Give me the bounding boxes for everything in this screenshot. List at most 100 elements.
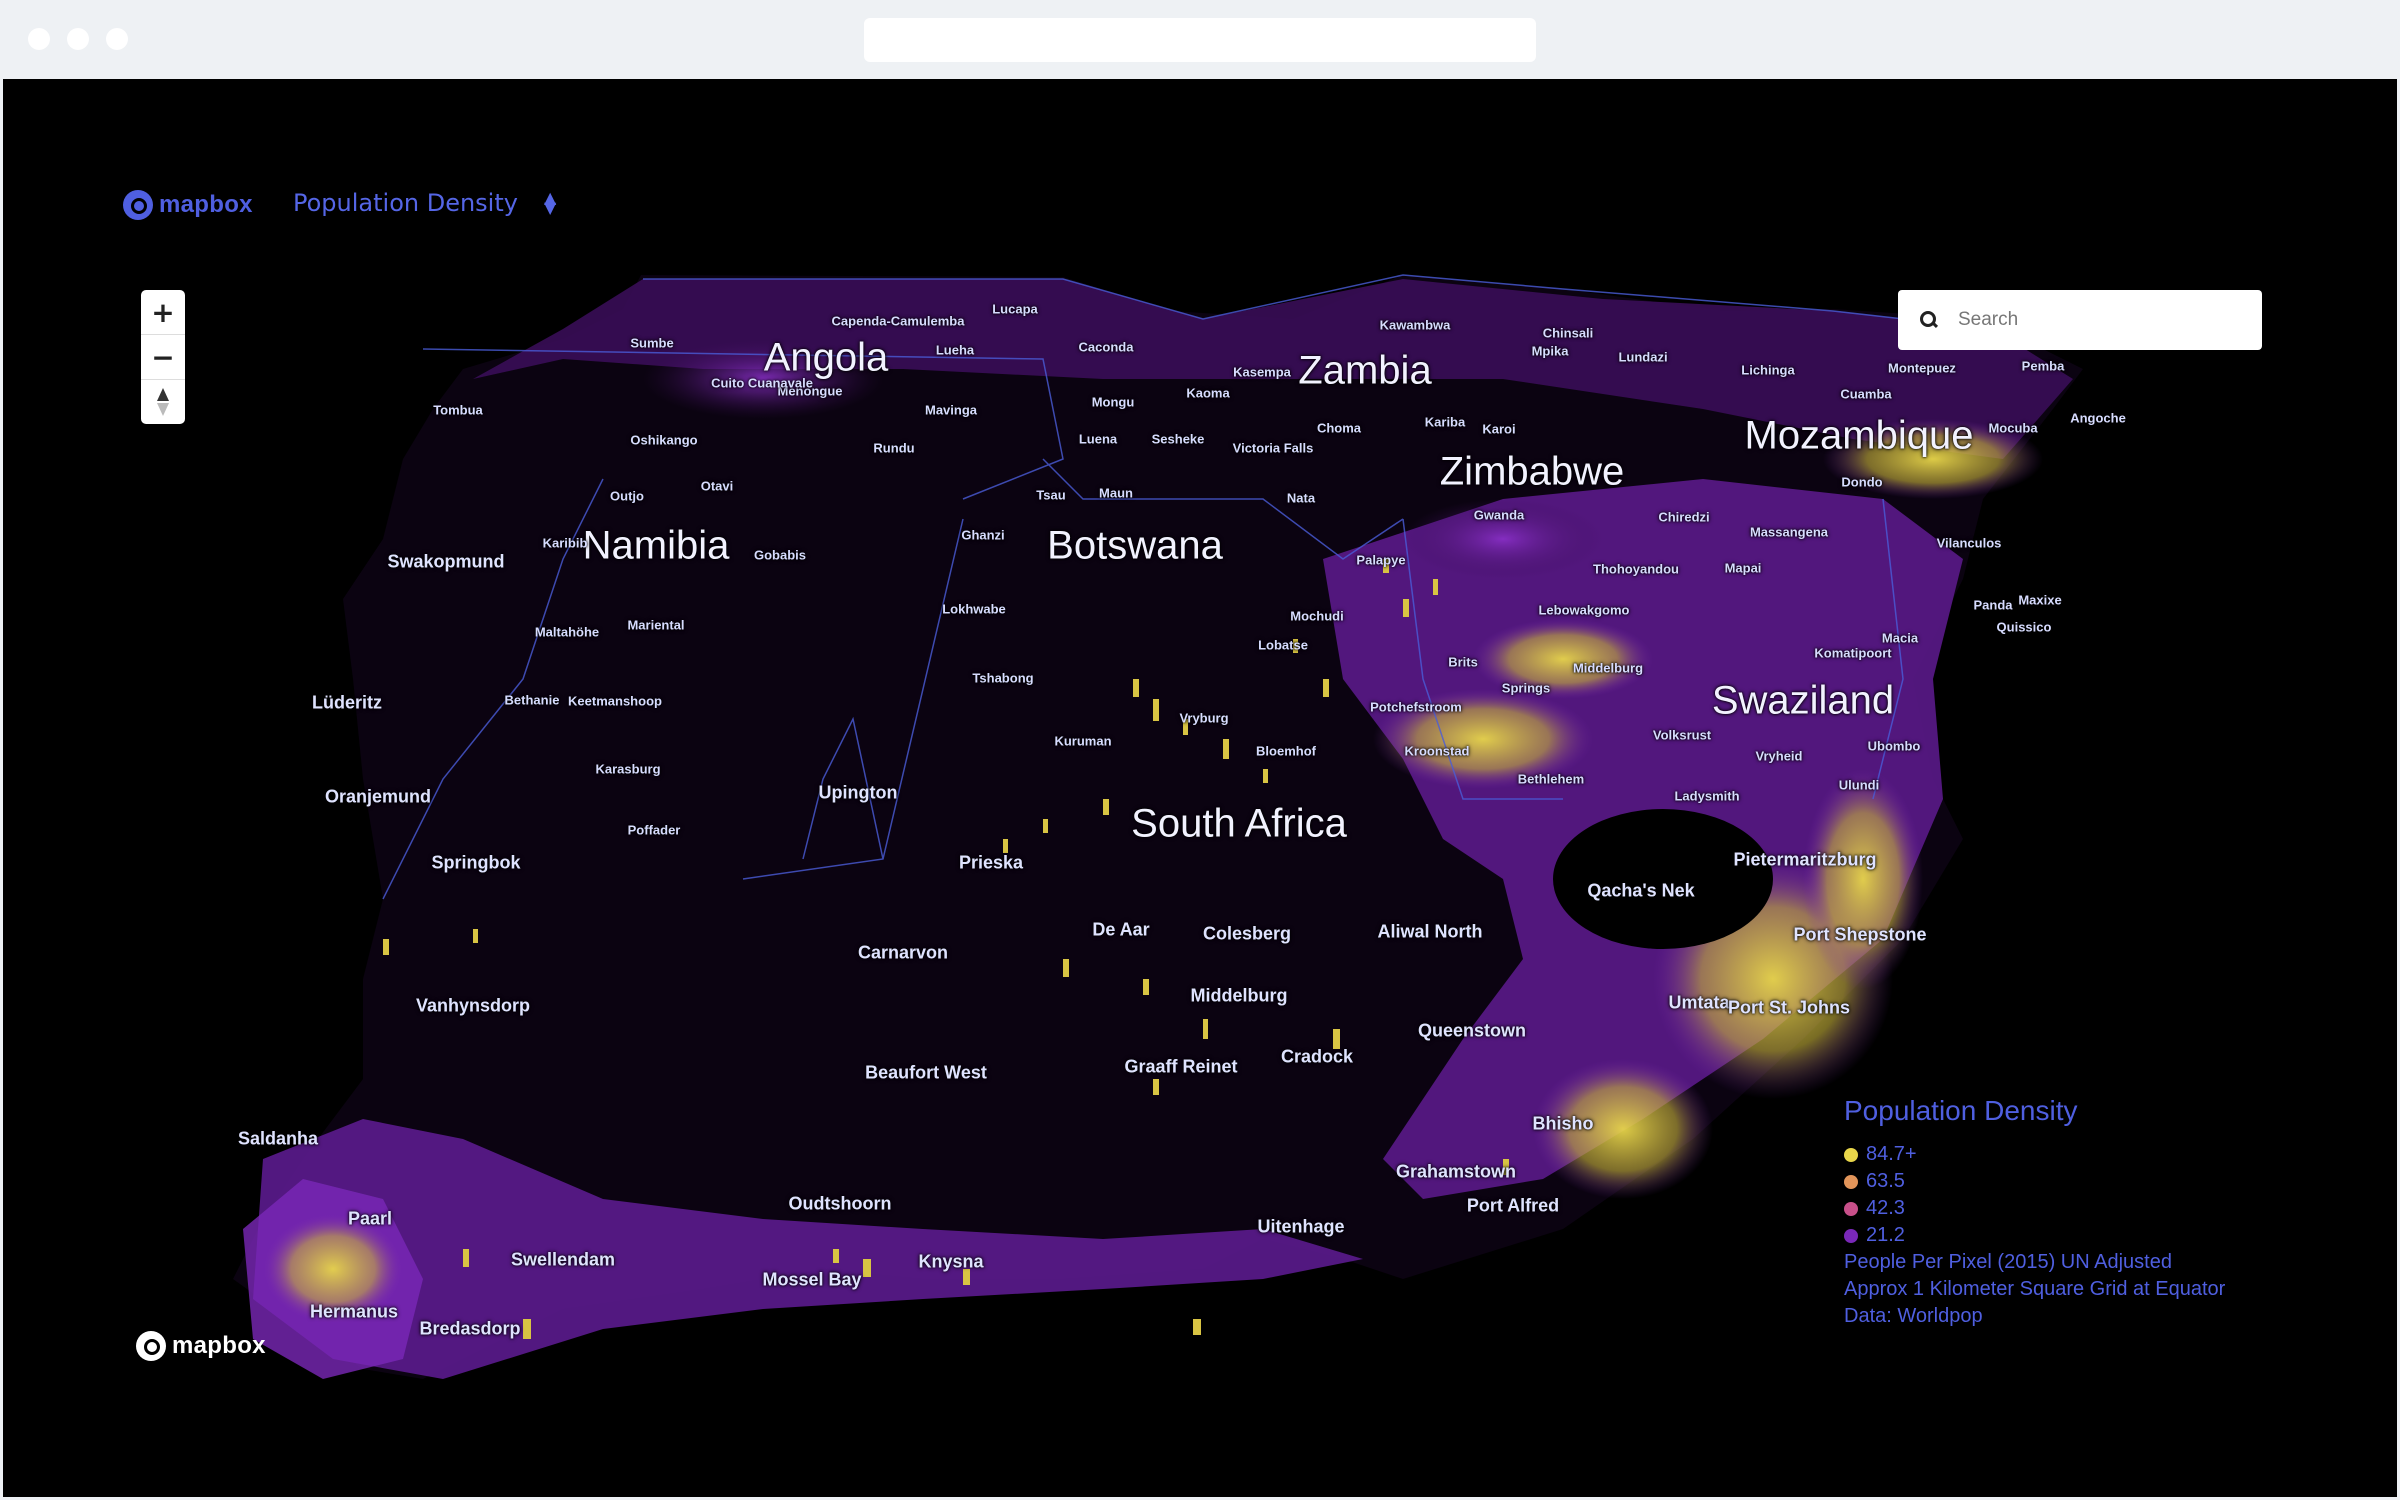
city-label: Mossel Bay	[762, 1269, 862, 1290]
city-label: Outjo	[610, 488, 644, 504]
layer-select-value: Population Density	[293, 189, 518, 217]
city-label: Palapye	[1356, 552, 1406, 568]
city-label: Lundazi	[1618, 349, 1668, 365]
legend-swatch	[1844, 1228, 1858, 1243]
hotspot-limpopo	[1473, 619, 1653, 699]
city-label: Lokhwabe	[942, 601, 1006, 617]
city-label: Pietermaritzburg	[1733, 849, 1877, 870]
city-label: Brits	[1448, 654, 1478, 670]
city-label: Umtata	[1668, 992, 1730, 1013]
city-label: Bredasdorp	[419, 1318, 521, 1339]
zoom-in-button[interactable]: +	[141, 290, 185, 335]
city-label: Cuito Cuanavale	[711, 375, 813, 391]
city-label: Middelburg	[1572, 660, 1644, 676]
city-label: Choma	[1316, 420, 1362, 436]
city-label: Ubombo	[1867, 738, 1921, 754]
country-label: Mozambique	[1744, 413, 1974, 458]
city-label: Pemba	[2021, 358, 2065, 374]
address-bar[interactable]	[864, 18, 1536, 62]
legend-note: Approx 1 Kilometer Square Grid at Equato…	[1844, 1278, 2226, 1300]
city-label: Bhisho	[1532, 1113, 1594, 1134]
city-label: Lucapa	[992, 301, 1038, 317]
city-label: Bethlehem	[1517, 771, 1585, 787]
city-label: Oshikango	[630, 432, 698, 448]
city-label: Ulundi	[1838, 777, 1880, 793]
city-label: Lueha	[935, 342, 975, 358]
city-label: Vilanculos	[1936, 535, 2002, 551]
city-label: Aliwal North	[1377, 921, 1483, 942]
city-label: Springbok	[431, 852, 521, 873]
city-label: Potchefstroom	[1370, 699, 1462, 715]
city-label: Dondo	[1841, 474, 1883, 490]
city-label: Poffader	[627, 822, 681, 838]
city-label: Upington	[818, 782, 898, 803]
legend-title: Population Density	[1844, 1095, 2078, 1126]
city-label: Kaoma	[1186, 385, 1230, 401]
window-minimize-dot[interactable]	[67, 28, 89, 50]
city-label: Paarl	[347, 1208, 393, 1229]
city-label: Oranjemund	[324, 786, 432, 807]
country-label: Zimbabwe	[1439, 449, 1625, 494]
city-label: Colesberg	[1202, 923, 1292, 944]
city-label: Saldanha	[237, 1128, 319, 1149]
map-canvas[interactable]: mapbox Population Density ▲▼ + − Angola …	[3, 79, 2397, 1497]
city-label: Gobabis	[753, 547, 807, 563]
city-label: Karoi	[1482, 421, 1516, 437]
city-label: Panda	[1973, 597, 2013, 613]
city-label: Gwanda	[1473, 507, 1525, 523]
city-label: Karasburg	[595, 761, 661, 777]
search-icon	[1920, 311, 1938, 329]
city-label: Kroonstad	[1404, 743, 1470, 759]
city-label: Mongu	[1091, 394, 1135, 410]
city-label: Volksrust	[1652, 727, 1712, 743]
city-label: Hermanus	[309, 1301, 399, 1322]
legend-note: Data: Worldpop	[1844, 1305, 1983, 1327]
city-label: Ghanzi	[961, 527, 1005, 543]
city-label: Chinsali	[1542, 325, 1594, 341]
city-label: Graaff Reinet	[1124, 1056, 1238, 1077]
mapbox-logo-icon	[123, 190, 153, 220]
city-label: Qacha's Nek	[1587, 880, 1695, 901]
window-maximize-dot[interactable]	[106, 28, 128, 50]
city-label: Middelburg	[1190, 985, 1288, 1006]
layer-select[interactable]: Population Density ▲ ▼	[293, 189, 556, 217]
legend-swatch	[1844, 1174, 1858, 1189]
city-label: Mavinga	[924, 402, 978, 418]
country-label: South Africa	[1131, 801, 1347, 846]
city-label: Prieska	[958, 852, 1024, 873]
city-label: Mapai	[1724, 560, 1762, 576]
city-label: Otavi	[700, 478, 734, 494]
city-label: Kuruman	[1054, 733, 1112, 749]
country-label: Angola	[763, 335, 889, 380]
city-label: Lobatse	[1258, 637, 1308, 653]
search-input[interactable]	[1956, 308, 2240, 332]
legend-item: 42.3	[1844, 1195, 2225, 1222]
city-label: Port Shepstone	[1793, 924, 1927, 945]
zoom-controls: + −	[141, 290, 185, 424]
city-label: Carnarvon	[857, 942, 949, 963]
city-label: Komatipoort	[1814, 645, 1892, 661]
city-label: Springs	[1501, 680, 1551, 696]
country-label: Namibia	[582, 523, 730, 568]
country-label: Swaziland	[1711, 678, 1895, 723]
compass-button[interactable]	[141, 380, 185, 424]
city-label: Vryheid	[1755, 748, 1803, 764]
legend: Population Density 84.7+ 63.5 42.3 21.2 …	[1844, 1095, 2225, 1330]
hotspot-lesotho-hole	[1553, 809, 1773, 949]
city-label: Beaufort West	[865, 1062, 987, 1083]
mapbox-footer-logo[interactable]: mapbox	[136, 1331, 266, 1361]
city-label: Swakopmund	[387, 551, 505, 572]
city-label: Luena	[1078, 431, 1118, 447]
city-label: Vanhynsdorp	[415, 995, 531, 1016]
city-label: Montepuez	[1888, 360, 1956, 376]
city-label: Maltahöhe	[534, 624, 600, 640]
city-label: Grahamstown	[1395, 1161, 1517, 1182]
mapbox-logo[interactable]: mapbox	[123, 190, 253, 220]
zoom-out-button[interactable]: −	[141, 335, 185, 380]
window-close-dot[interactable]	[28, 28, 50, 50]
city-label: Macia	[1881, 630, 1919, 646]
city-label: Kariba	[1424, 414, 1466, 430]
city-label: Kasempa	[1233, 364, 1291, 380]
city-label: Capenda-Camulemba	[831, 313, 965, 329]
city-label: Tsau	[1036, 487, 1066, 503]
